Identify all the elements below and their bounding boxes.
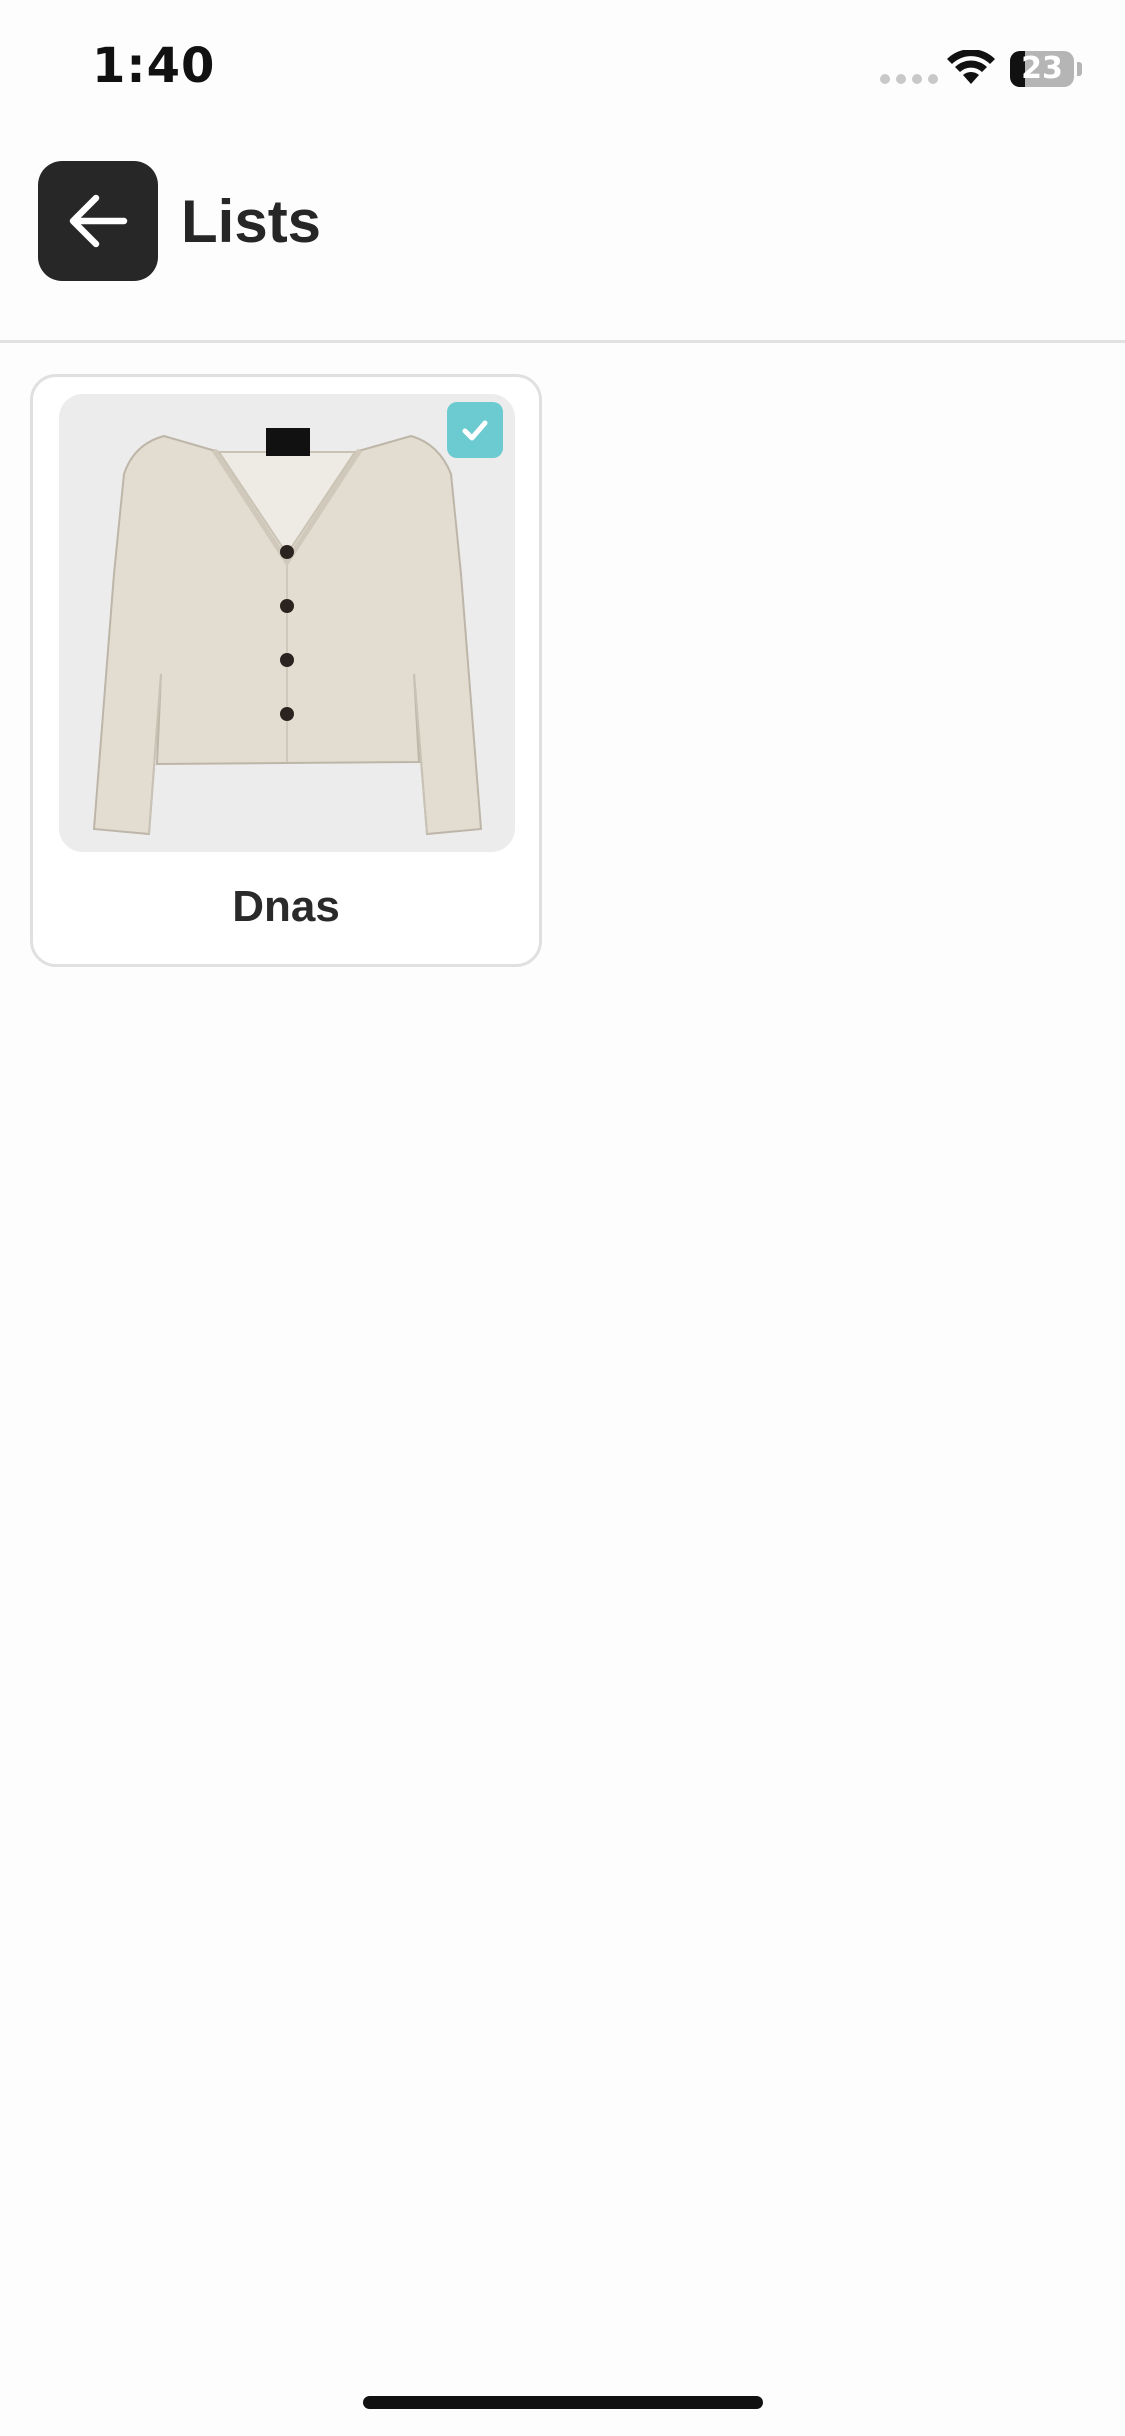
selected-badge[interactable] xyxy=(447,402,503,458)
battery-cap xyxy=(1077,62,1082,76)
status-time: 1:40 xyxy=(92,38,216,94)
list-card[interactable]: Dnas xyxy=(30,374,542,967)
list-cover-image xyxy=(59,394,515,852)
arrow-left-icon xyxy=(69,194,128,248)
battery-percent: 23 xyxy=(1021,51,1063,86)
back-button[interactable] xyxy=(38,161,158,281)
cellular-signal-icon xyxy=(880,74,938,84)
wifi-icon xyxy=(947,50,995,84)
header: Lists xyxy=(0,135,1125,343)
checkmark-icon xyxy=(462,420,488,441)
status-bar: 1:40 23 xyxy=(0,0,1125,135)
home-indicator[interactable] xyxy=(363,2396,763,2409)
list-name: Dnas xyxy=(232,882,340,931)
cardigan-image xyxy=(59,394,515,852)
page-title: Lists xyxy=(181,188,322,255)
battery-icon: 23 xyxy=(1010,51,1074,87)
